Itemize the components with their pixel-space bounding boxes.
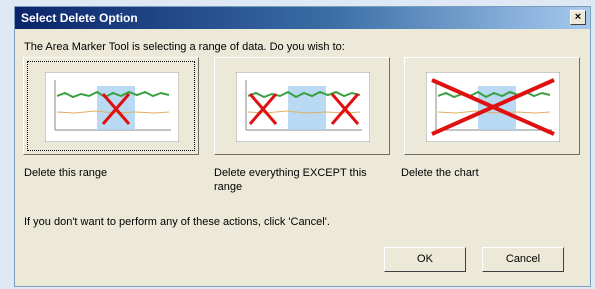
info-text: If you don't want to perform any of thes… xyxy=(24,216,330,228)
close-button[interactable]: × xyxy=(570,10,586,25)
delete-except-label: Delete everything EXCEPT this range xyxy=(214,167,367,193)
cancel-button[interactable]: Cancel xyxy=(482,247,564,272)
delete-range-option[interactable] xyxy=(23,57,199,155)
delete-range-thumbnail-icon xyxy=(45,72,179,142)
title-bar[interactable]: Select Delete Option × xyxy=(15,7,590,29)
ok-button[interactable]: OK xyxy=(384,247,466,272)
delete-chart-thumbnail-icon xyxy=(426,72,560,142)
delete-except-option[interactable] xyxy=(214,57,390,155)
prompt-text: The Area Marker Tool is selecting a rang… xyxy=(24,41,345,53)
dialog-title: Select Delete Option xyxy=(21,11,138,25)
delete-chart-label: Delete the chart xyxy=(401,167,479,179)
delete-except-thumbnail-icon xyxy=(236,72,370,142)
delete-chart-option[interactable] xyxy=(404,57,580,155)
select-delete-option-dialog: Select Delete Option × The Area Marker T… xyxy=(14,6,591,287)
delete-range-label: Delete this range xyxy=(24,167,108,179)
